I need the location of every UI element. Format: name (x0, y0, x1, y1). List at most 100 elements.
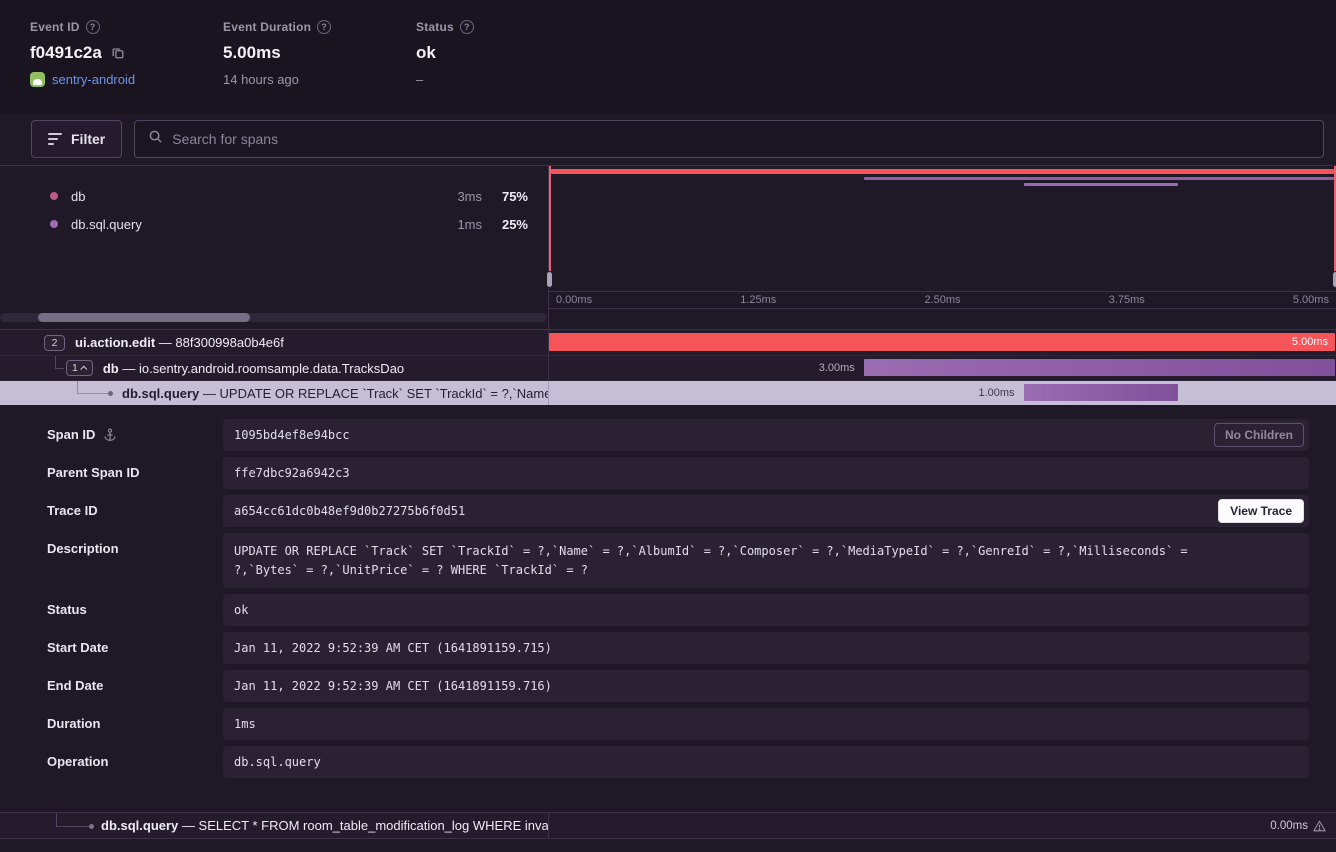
detail-label: Operation (27, 746, 223, 778)
status-group: Status ? ok – (416, 20, 609, 113)
detail-value: Jan 11, 2022 9:52:39 AM CET (1641891159.… (234, 641, 552, 655)
detail-label: Parent Span ID (27, 457, 223, 489)
detail-row-operation: Operation db.sql.query (27, 746, 1309, 778)
detail-row-trace-id: Trace ID a654cc61dc0b48ef9d0b27275b6f0d5… (27, 495, 1309, 527)
span-row-query-selected[interactable]: db.sql.query — UPDATE OR REPLACE `Track`… (0, 380, 1336, 405)
span-details-panel: Span ID 1095bd4ef8e94bcc No Children Par… (0, 405, 1336, 812)
span-desc: io.sentry.android.roomsample.data.Tracks… (139, 361, 404, 376)
span-bar[interactable] (864, 359, 1335, 376)
scrollbar-thumb[interactable] (38, 313, 250, 322)
time-tick: 2.50ms (924, 294, 960, 306)
event-duration-subtext: 14 hours ago (223, 72, 416, 87)
project-link[interactable]: sentry-android (52, 72, 135, 87)
operations-breakdown: db 3ms 75% db.sql.query 1ms 25% (0, 166, 549, 329)
detail-row-start-date: Start Date Jan 11, 2022 9:52:39 AM CET (… (27, 632, 1309, 664)
search-box[interactable] (134, 120, 1324, 158)
span-op: db.sql.query (122, 386, 199, 401)
filter-button-label: Filter (71, 131, 105, 147)
span-duration-label: 5.00ms (1292, 336, 1328, 348)
span-op: db (103, 361, 119, 376)
op-duration: 1ms (430, 217, 482, 232)
event-duration-label: Event Duration (223, 20, 311, 34)
minimap-chart[interactable] (549, 166, 1336, 291)
search-input[interactable] (172, 131, 1310, 147)
event-id-label-row: Event ID ? (30, 20, 223, 34)
viewport-right-handle[interactable] (1332, 271, 1336, 288)
time-tick: 1.25ms (740, 294, 776, 306)
detail-row-parent-span-id: Parent Span ID ffe7dbc92a6942c3 (27, 457, 1309, 489)
legend-row-db[interactable]: db 3ms 75% (0, 182, 548, 210)
detail-row-duration: Duration 1ms (27, 708, 1309, 740)
detail-row-end-date: End Date Jan 11, 2022 9:52:39 AM CET (16… (27, 670, 1309, 702)
detail-value: ffe7dbc92a6942c3 (234, 466, 350, 480)
time-tick: 3.75ms (1109, 294, 1145, 306)
status-value: ok (416, 43, 609, 63)
op-color-dot (50, 192, 58, 200)
span-desc: SELECT * FROM room_table_modification_lo… (199, 818, 549, 833)
detail-value: db.sql.query (234, 755, 321, 769)
detail-value: a654cc61dc0b48ef9d0b27275b6f0d51 (234, 504, 465, 518)
detail-row-status: Status ok (27, 594, 1309, 626)
time-tick: 5.00ms (1293, 294, 1329, 306)
op-color-dot (50, 220, 58, 228)
span-tree: 2 ui.action.edit — 88f300998a0b4e6f 5.00… (0, 330, 1336, 405)
filter-button[interactable]: Filter (31, 120, 122, 158)
view-trace-button[interactable]: View Trace (1218, 499, 1304, 523)
anchor-icon[interactable] (103, 428, 117, 442)
event-header: Event ID ? f0491c2a sentry-android Event (0, 0, 1336, 113)
event-id-group: Event ID ? f0491c2a sentry-android (30, 20, 223, 113)
span-op: ui.action.edit (75, 335, 155, 350)
minimap-section: db 3ms 75% db.sql.query 1ms 25% (0, 165, 1336, 330)
detail-row-span-id: Span ID 1095bd4ef8e94bcc No Children (27, 419, 1309, 451)
detail-label: Span ID (47, 419, 95, 451)
op-duration: 3ms (430, 189, 482, 204)
span-collapse-toggle[interactable]: 1 (66, 360, 93, 376)
no-children-button[interactable]: No Children (1214, 423, 1304, 447)
search-icon (148, 129, 163, 149)
time-axis: 0.00ms 1.25ms 2.50ms 3.75ms 5.00ms (549, 291, 1336, 309)
copy-icon[interactable] (111, 46, 125, 60)
op-name: db (71, 189, 85, 204)
minimap-footer-strip (549, 309, 1336, 329)
time-tick: 0.00ms (556, 294, 592, 306)
span-title: db.sql.query — UPDATE OR REPLACE `Track`… (122, 386, 549, 401)
help-icon[interactable]: ? (460, 20, 474, 34)
help-icon[interactable]: ? (317, 20, 331, 34)
help-icon[interactable]: ? (86, 20, 100, 34)
minimap-bar-root (551, 169, 1334, 174)
detail-label: End Date (27, 670, 223, 702)
span-row-root[interactable]: 2 ui.action.edit — 88f300998a0b4e6f 5.00… (0, 330, 1336, 355)
event-id-label: Event ID (30, 20, 80, 34)
op-percent: 75% (482, 189, 528, 204)
chevron-up-icon (80, 365, 87, 372)
span-title: ui.action.edit — 88f300998a0b4e6f (75, 335, 284, 350)
detail-value: Jan 11, 2022 9:52:39 AM CET (1641891159.… (234, 679, 552, 693)
detail-label: Description (27, 533, 223, 565)
span-bar-track[interactable]: 0.00ms (549, 813, 1336, 838)
span-bar-track[interactable]: 1.00ms (549, 381, 1336, 405)
span-bar-track[interactable]: 3.00ms (549, 356, 1336, 380)
minimap-bar-query (1024, 183, 1178, 186)
toolbar: Filter (0, 113, 1336, 165)
span-desc: 88f300998a0b4e6f (175, 335, 283, 350)
span-bar[interactable] (1024, 384, 1178, 401)
event-duration-value: 5.00ms (223, 43, 416, 63)
legend-row-db-sql-query[interactable]: db.sql.query 1ms 25% (0, 210, 548, 238)
span-row-select-query[interactable]: db.sql.query — SELECT * FROM room_table_… (0, 812, 1336, 839)
children-count: 2 (52, 337, 58, 349)
status-label: Status (416, 20, 454, 34)
filter-icon (48, 133, 62, 145)
span-duration-label: 0.00ms (1270, 820, 1308, 832)
span-children-toggle[interactable]: 2 (44, 335, 65, 351)
span-bar[interactable]: 5.00ms (549, 333, 1335, 351)
span-title: db.sql.query — SELECT * FROM room_table_… (101, 818, 549, 833)
horizontal-scrollbar[interactable] (0, 313, 547, 322)
span-row-db[interactable]: 1 db — io.sentry.android.roomsample.data… (0, 355, 1336, 380)
status-subtext: – (416, 72, 609, 87)
status-label-row: Status ? (416, 20, 609, 34)
minimap-bar-db (864, 177, 1334, 180)
detail-label: Status (27, 594, 223, 626)
op-percent: 25% (482, 217, 528, 232)
viewport-left-handle[interactable] (546, 271, 553, 288)
span-bar-track[interactable]: 5.00ms (549, 330, 1336, 355)
